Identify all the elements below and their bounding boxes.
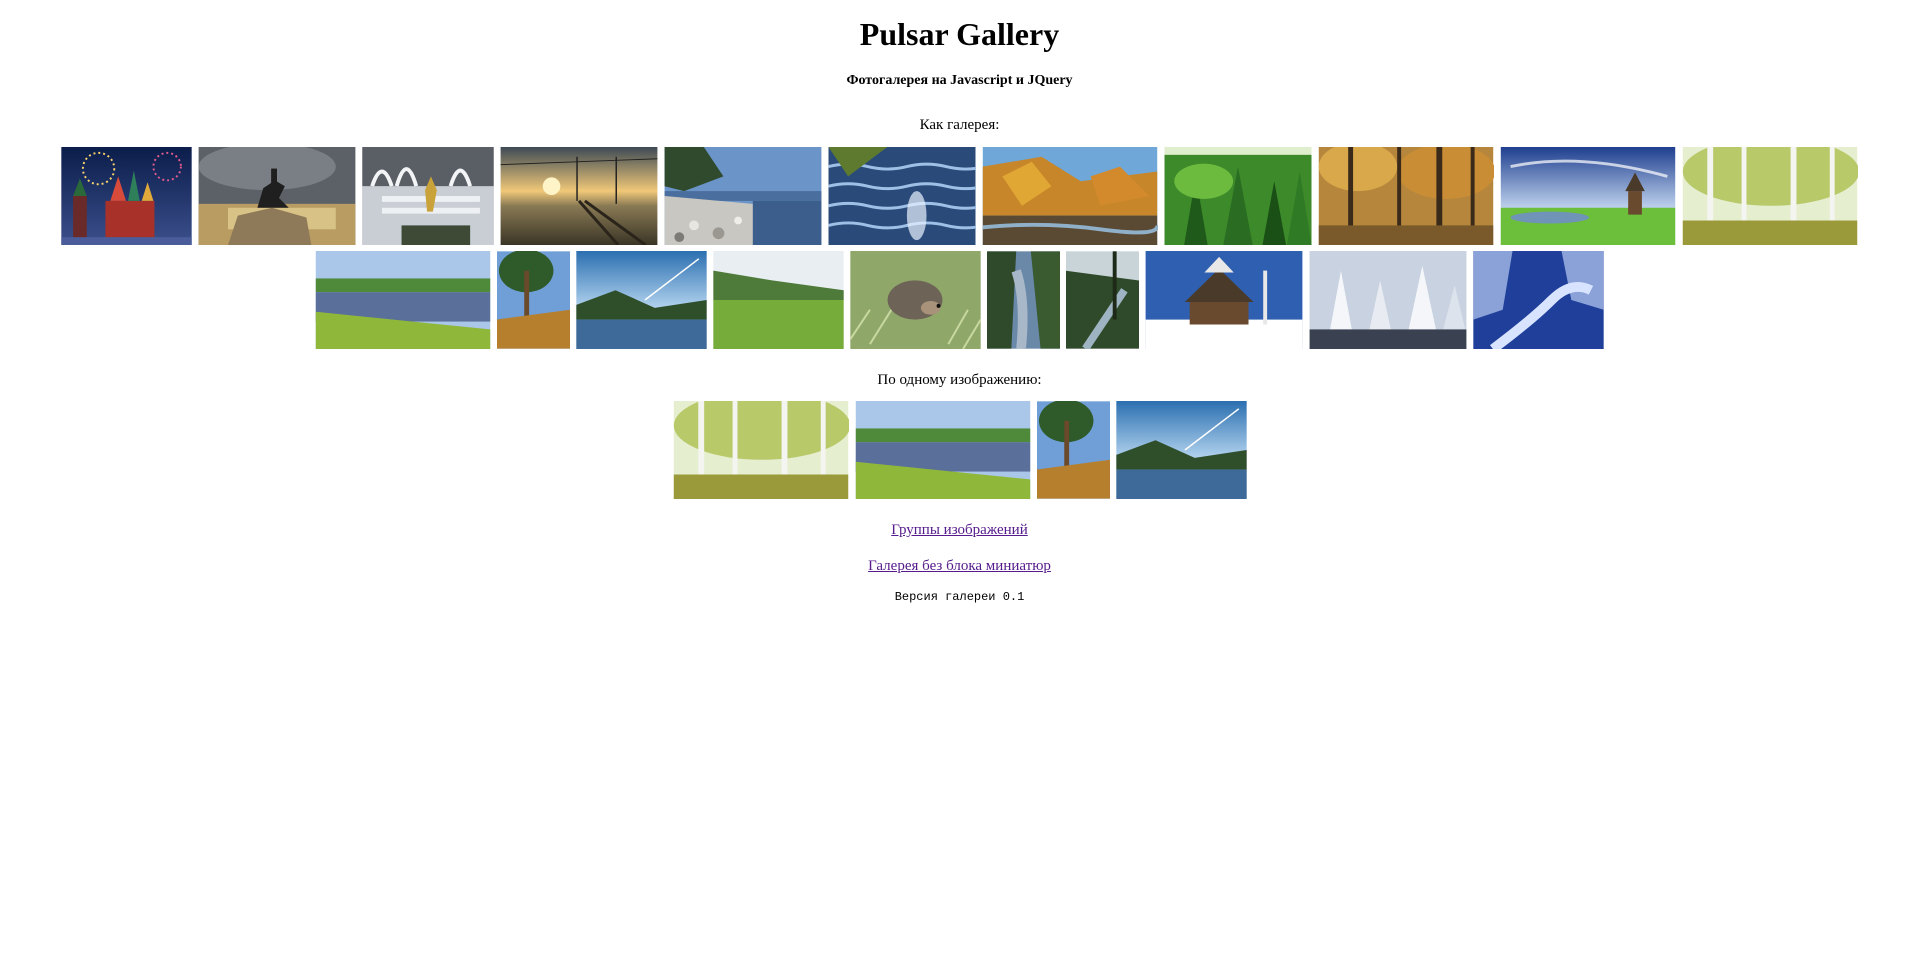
moscow-fireworks-thumb[interactable] (60, 146, 193, 246)
version-text: Версия галереи 0.1 (894, 590, 1025, 604)
hedgehog-thumb[interactable] (849, 250, 982, 350)
birch-grove-thumb[interactable] (1681, 146, 1859, 246)
single-pine-tree-thumb[interactable] (1035, 400, 1111, 500)
single-lake-sky-thumb[interactable] (1114, 400, 1248, 500)
winter-church-thumb[interactable] (1144, 250, 1304, 350)
winter-stream-thumb[interactable] (1472, 250, 1605, 350)
green-forest-thumb[interactable] (1163, 146, 1313, 246)
autumn-river-thumb[interactable] (981, 146, 1159, 246)
single-birch-grove-thumb[interactable] (671, 400, 850, 500)
bronze-horseman-thumb[interactable] (197, 146, 357, 246)
gallery-label: Как галерея: (919, 117, 1000, 133)
water-ripples-thumb[interactable] (827, 146, 977, 246)
fountain-statue-thumb[interactable] (361, 146, 495, 246)
single-label: По одному изображению: (877, 372, 1042, 388)
no-thumbs-gallery-link[interactable]: Галерея без блока миниатюр (0, 557, 1919, 575)
gallery-row-1 (0, 146, 1919, 246)
autumn-woods-thumb[interactable] (1317, 146, 1495, 246)
pine-tree-thumb[interactable] (496, 250, 571, 350)
wooden-church-thumb[interactable] (1499, 146, 1677, 246)
page-title: Pulsar Gallery (859, 16, 1060, 52)
rocky-shore-thumb[interactable] (663, 146, 823, 246)
page: Pulsar Gallery Фотогалерея на Javascript… (0, 0, 1919, 604)
forest-river-thumb[interactable] (1065, 250, 1140, 350)
green-meadow-thumb[interactable] (712, 250, 845, 350)
railway-sunset-thumb[interactable] (499, 146, 659, 246)
groups-link[interactable]: Группы изображений (0, 521, 1919, 539)
snowy-trees-thumb[interactable] (1308, 250, 1468, 350)
links: Группы изображений Галерея без блока мин… (0, 521, 1919, 575)
river-gorge-thumb[interactable] (986, 250, 1061, 350)
calm-river-thumb[interactable] (314, 250, 492, 350)
single-calm-river-thumb[interactable] (853, 400, 1032, 500)
lake-sky-thumb[interactable] (575, 250, 708, 350)
gallery-row-2 (0, 250, 1919, 350)
page-subtitle: Фотогалерея на Javascript и JQuery (846, 73, 1073, 88)
single-row (0, 400, 1919, 500)
